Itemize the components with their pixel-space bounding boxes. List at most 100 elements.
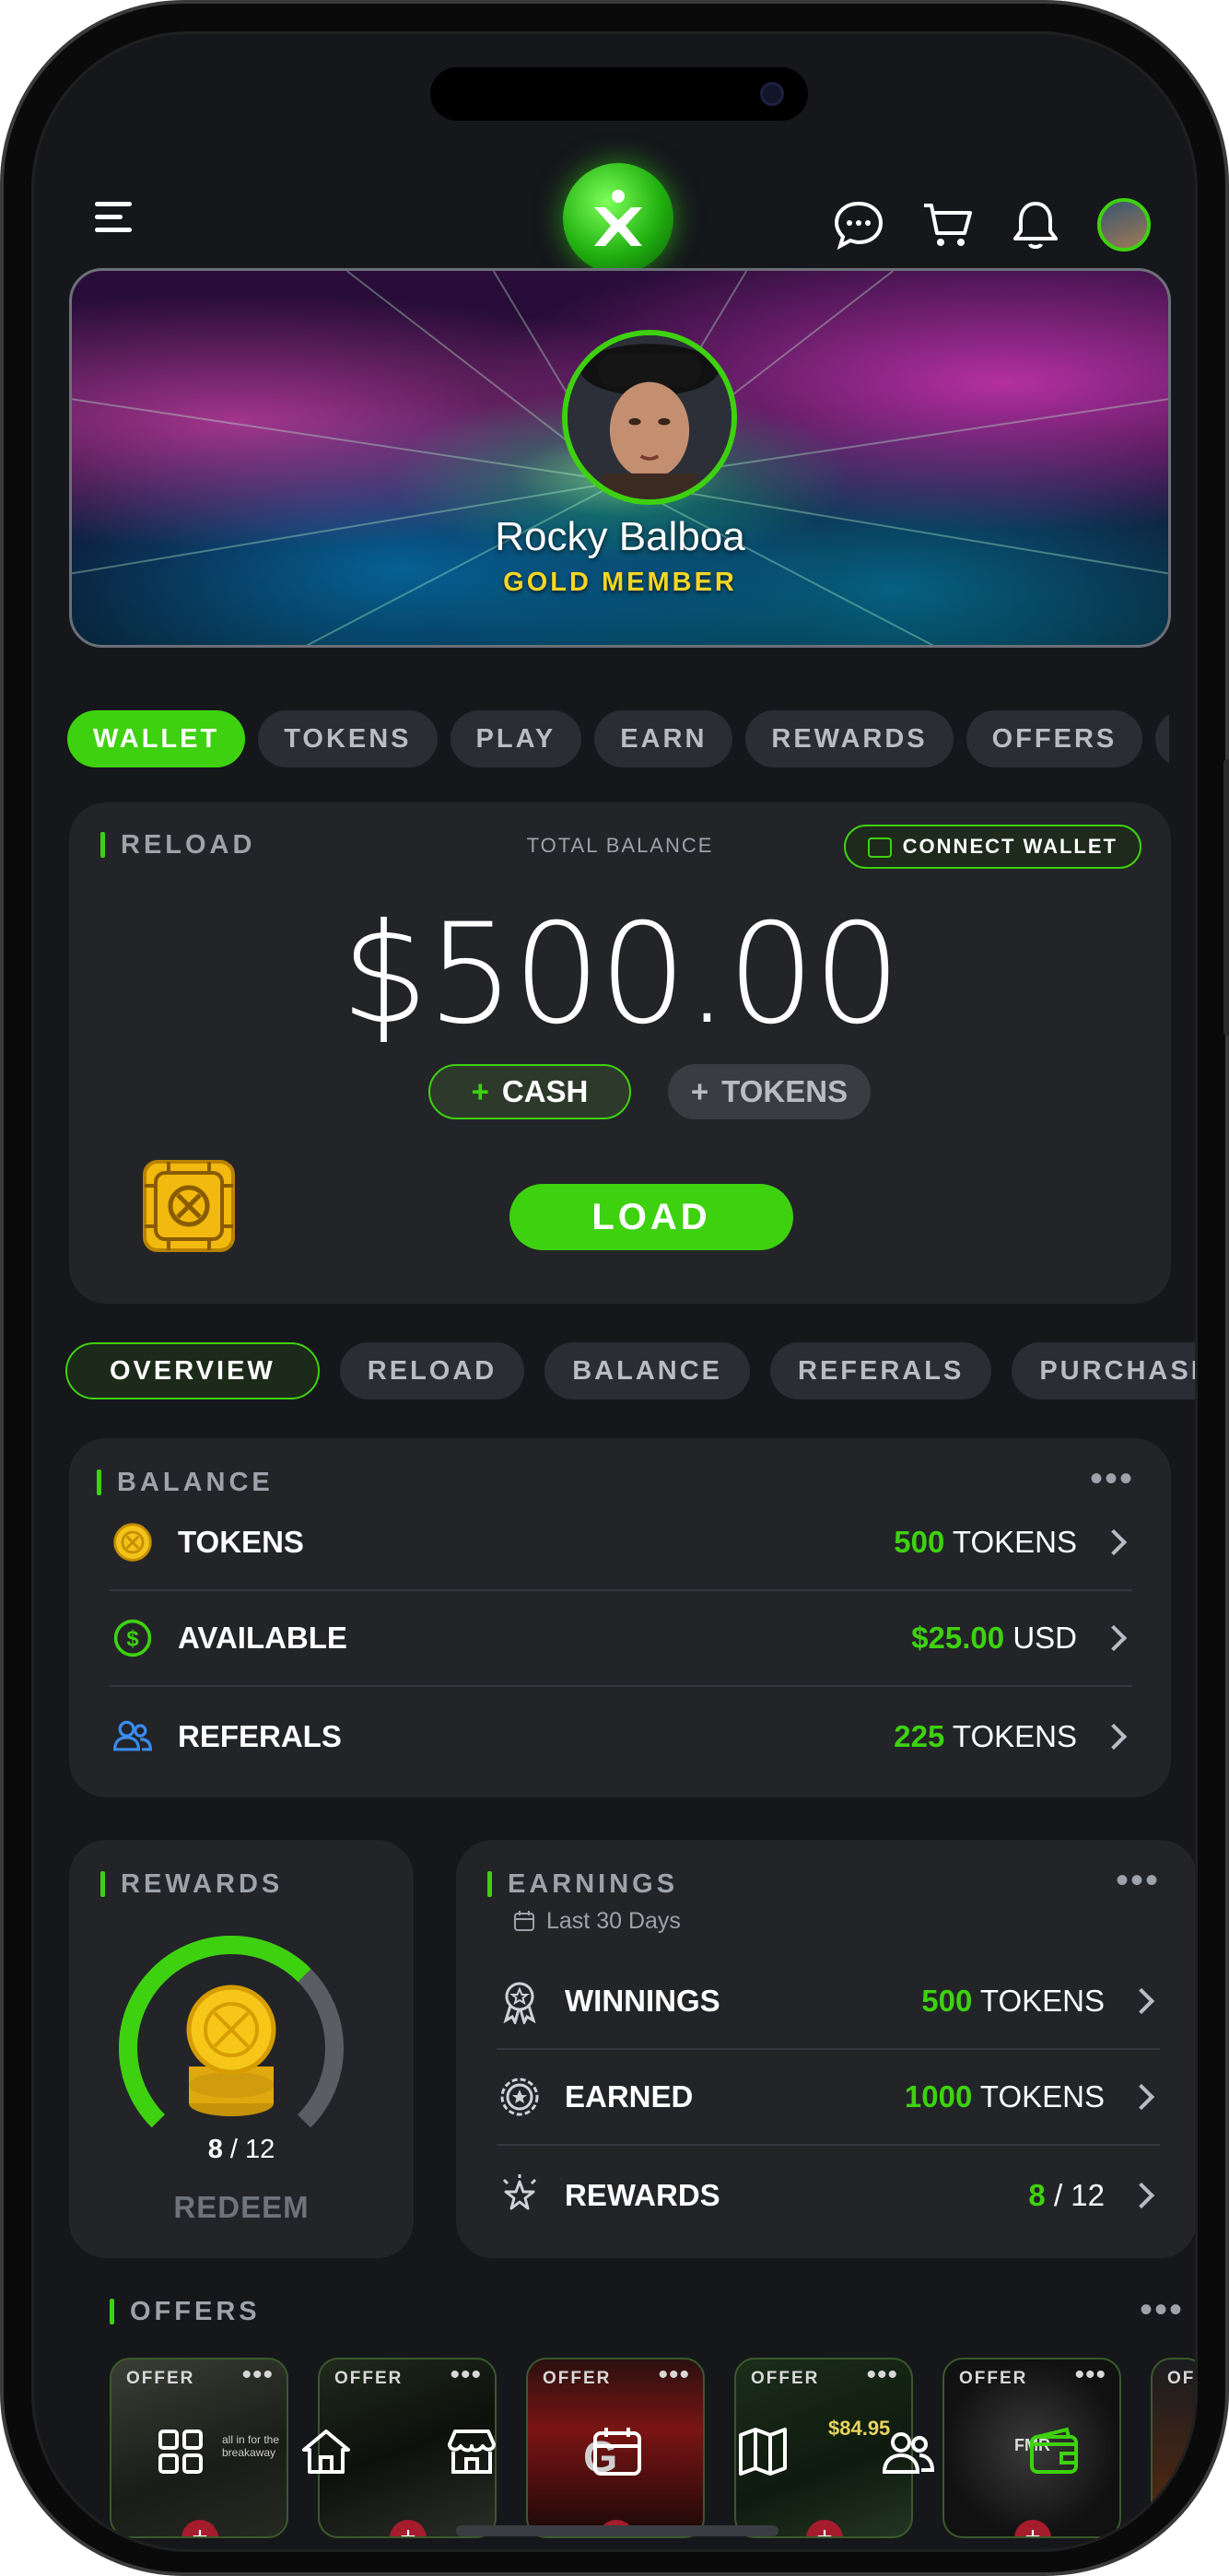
bottom-nav <box>34 2402 1195 2522</box>
reload-card: RELOAD TOTAL BALANCE CONNECT WALLET $500… <box>69 802 1171 1304</box>
wallet-icon <box>867 837 892 858</box>
star-badge-icon <box>500 2078 539 2116</box>
balance-row-value: 225 TOKENS <box>894 1719 1077 1753</box>
add-cash-button[interactable]: + CASH <box>428 1064 631 1119</box>
more-options-icon[interactable]: ••• <box>1074 2359 1106 2391</box>
add-offer-button[interactable]: + <box>806 2520 843 2536</box>
more-options-icon[interactable]: ••• <box>1140 2291 1184 2328</box>
more-options-icon[interactable]: ••• <box>866 2359 898 2391</box>
chevron-right-icon <box>1100 1528 1128 1556</box>
add-offer-button[interactable]: + <box>181 2520 218 2536</box>
screen: Rocky Balboa GOLD MEMBER WALLET TOKENS P… <box>31 31 1198 2552</box>
chevron-right-icon <box>1128 2182 1155 2209</box>
balance-row-referals[interactable]: REFERALS 225 TOKENS <box>110 1689 1132 1785</box>
sub-tabs: OVERVIEW RELOAD BALANCE REFERALS PURCHAS… <box>65 1342 1195 1399</box>
tab-play[interactable]: PLAY <box>450 710 582 767</box>
more-options-icon[interactable]: ••• <box>241 2359 274 2391</box>
people-icon[interactable] <box>881 2424 936 2479</box>
award-ribbon-icon <box>503 1982 536 2024</box>
more-options-icon[interactable]: ••• <box>1116 1862 1160 1899</box>
more-options-icon[interactable]: ••• <box>1090 1460 1134 1497</box>
balance-row-value: 500 TOKENS <box>894 1525 1077 1559</box>
dollar-circle-icon: $ <box>110 1615 156 1661</box>
svg-text:$: $ <box>126 1626 138 1651</box>
cart-icon[interactable] <box>920 198 974 252</box>
load-button[interactable]: LOAD <box>509 1184 793 1250</box>
main-tabs: WALLET TOKENS PLAY EARN REWARDS OFFERS F <box>67 710 1195 767</box>
balance-row-available[interactable]: $ AVAILABLE $25.00 USD <box>110 1591 1132 1687</box>
store-icon[interactable] <box>444 2424 499 2479</box>
earnings-row-label: WINNINGS <box>565 1984 720 2018</box>
balance-row-label: TOKENS <box>178 1525 304 1559</box>
tab-earn[interactable]: EARN <box>594 710 733 767</box>
earnings-row-winnings[interactable]: WINNINGS 500 TOKENS <box>497 1954 1160 2050</box>
chat-icon[interactable] <box>832 198 885 252</box>
tab-tokens[interactable]: TOKENS <box>258 710 438 767</box>
connect-wallet-button[interactable]: CONNECT WALLET <box>843 825 1141 869</box>
add-offer-button[interactable]: + <box>1014 2520 1051 2536</box>
coin-stack-icon <box>186 1985 276 2116</box>
balance-row-tokens[interactable]: TOKENS 500 TOKENS <box>110 1495 1132 1591</box>
offer-label: OFFER <box>959 2369 1028 2388</box>
earnings-period: Last 30 Days <box>546 1908 681 1934</box>
total-balance-amount: $500.00 <box>340 895 901 1055</box>
profile-avatar[interactable] <box>562 330 737 505</box>
subtab-overview[interactable]: OVERVIEW <box>65 1342 320 1399</box>
earnings-row-value: 8 / 12 <box>1028 2178 1105 2212</box>
rewards-progress-ring <box>119 1936 344 2160</box>
more-options-icon[interactable]: ••• <box>450 2359 482 2391</box>
tab-rewards[interactable]: REWARDS <box>745 710 954 767</box>
plus-icon: + <box>471 1074 489 1108</box>
subtab-referals[interactable]: REFERALS <box>770 1342 992 1399</box>
earnings-row-label: REWARDS <box>565 2178 720 2212</box>
dynamic-island <box>430 67 808 121</box>
calendar-icon <box>514 1911 534 1931</box>
balance-row-label: REFERALS <box>178 1719 342 1753</box>
member-tier: GOLD MEMBER <box>503 568 737 597</box>
dashboard-icon[interactable] <box>153 2424 208 2479</box>
add-offer-button[interactable]: + <box>390 2520 427 2536</box>
add-tokens-button[interactable]: + TOKENS <box>668 1064 871 1119</box>
balance-title: BALANCE <box>97 1468 274 1498</box>
token-chip-icon <box>143 1160 235 1252</box>
calendar-icon[interactable] <box>590 2424 645 2479</box>
offer-label: OFFER <box>126 2369 195 2388</box>
more-options-icon[interactable]: ••• <box>658 2359 690 2391</box>
subtab-purchases[interactable]: PURCHASES <box>1012 1342 1195 1399</box>
avatar[interactable] <box>1097 198 1151 252</box>
home-indicator[interactable] <box>456 2525 778 2536</box>
logo-x-icon <box>594 190 642 246</box>
tab-wallet[interactable]: WALLET <box>67 710 246 767</box>
tokens-label: TOKENS <box>721 1074 849 1108</box>
profile-photo <box>568 335 732 499</box>
balance-card: BALANCE ••• TOKENS 500 TOKENS $ AVAILABL… <box>69 1438 1171 1797</box>
map-icon[interactable] <box>735 2424 790 2479</box>
cash-label: CASH <box>501 1074 589 1108</box>
earnings-row-label: EARNED <box>565 2079 694 2113</box>
menu-icon[interactable] <box>95 202 132 233</box>
subtab-reload[interactable]: RELOAD <box>339 1342 525 1399</box>
tab-offers[interactable]: OFFERS <box>966 710 1143 767</box>
phone-frame: Rocky Balboa GOLD MEMBER WALLET TOKENS P… <box>0 0 1229 2576</box>
chevron-right-icon <box>1100 1624 1128 1652</box>
profile-name: Rocky Balboa <box>495 514 745 559</box>
earnings-card: EARNINGS Last 30 Days ••• WINNINGS 500 T… <box>456 1840 1195 2258</box>
offers-title: OFFERS <box>110 2297 261 2327</box>
earnings-row-value: 1000 TOKENS <box>904 2079 1105 2113</box>
connect-wallet-label: CONNECT WALLET <box>902 835 1118 858</box>
rewards-card[interactable]: REWARDS 8 / 12 REDEEM <box>69 1840 414 2258</box>
users-icon <box>110 1714 156 1760</box>
plus-icon: + <box>690 1074 709 1108</box>
earnings-row-earned[interactable]: EARNED 1000 TOKENS <box>497 2050 1160 2146</box>
tabs-edge <box>1169 697 1195 780</box>
balance-row-value: $25.00 USD <box>911 1621 1077 1655</box>
home-icon[interactable] <box>298 2424 354 2479</box>
wallet-icon[interactable] <box>1026 2424 1082 2479</box>
redeem-button[interactable]: REDEEM <box>69 2190 414 2225</box>
profile-banner: Rocky Balboa GOLD MEMBER <box>69 268 1171 648</box>
subtab-balance[interactable]: BALANCE <box>544 1342 751 1399</box>
app-logo[interactable] <box>563 163 673 274</box>
chevron-right-icon <box>1128 2083 1155 2111</box>
earnings-row-rewards[interactable]: REWARDS 8 / 12 <box>497 2148 1160 2243</box>
bell-icon[interactable] <box>1009 198 1062 252</box>
